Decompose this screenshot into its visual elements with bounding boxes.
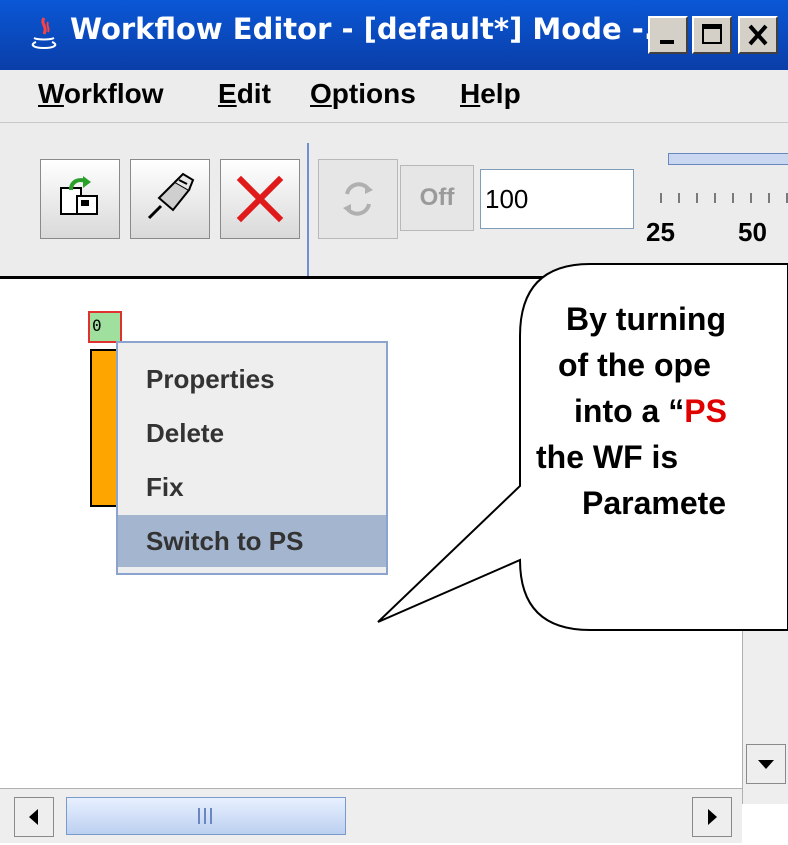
callout-text: By turning of the ope into a “PS the WF … [520, 296, 788, 526]
callout-line: Paramete [582, 485, 727, 521]
callout-line: into a “PS [574, 393, 727, 429]
application-window: Workflow Editor - [default*] Mode -... W… [0, 0, 788, 845]
callout-line: By turning [566, 301, 726, 337]
callout-line: of the ope [558, 347, 711, 383]
callout-line: the WF is [536, 439, 679, 475]
